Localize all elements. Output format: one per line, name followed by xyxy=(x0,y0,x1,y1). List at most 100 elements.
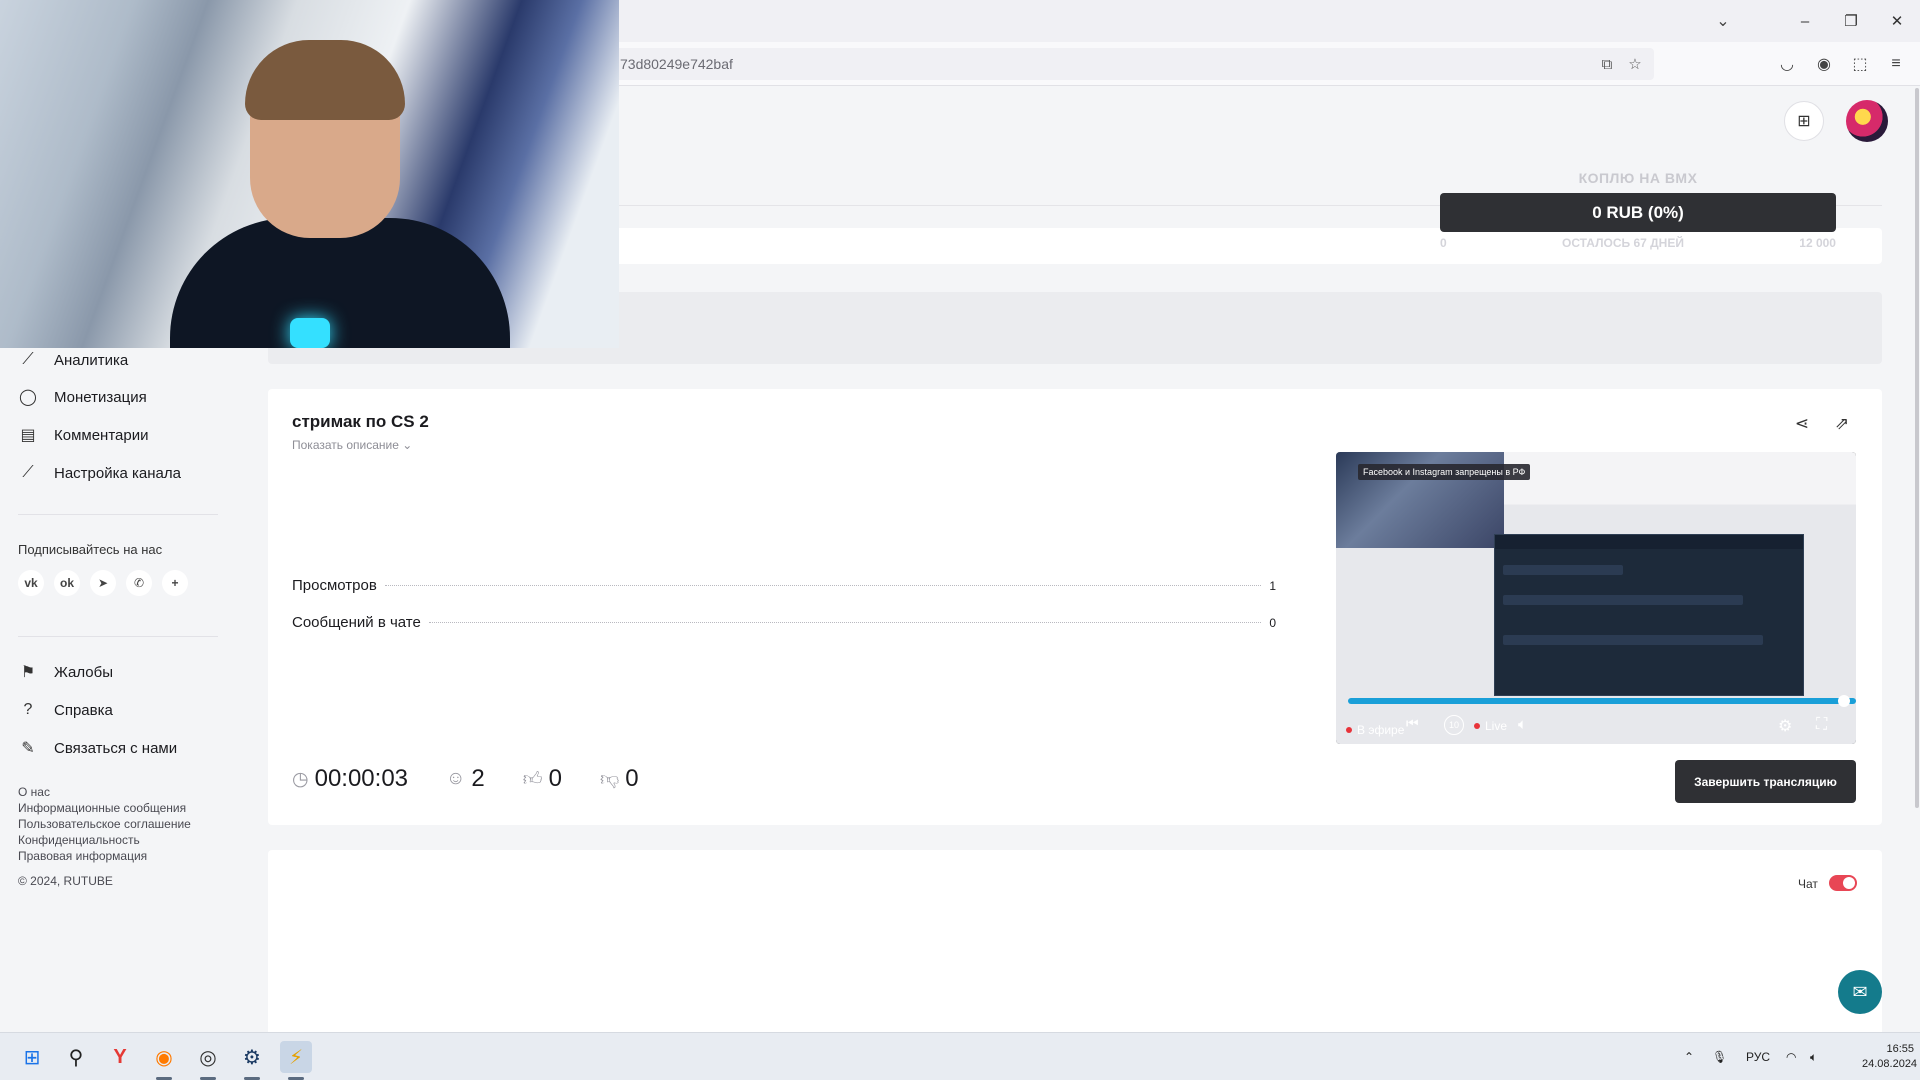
flag-icon: ⚑ xyxy=(20,664,36,681)
prev-icon[interactable]: ⏮ xyxy=(1406,715,1419,732)
wifi-icon[interactable]: ◠ xyxy=(1786,1033,1796,1080)
sidebar-item-analytics[interactable]: ⟋ Аналитика xyxy=(18,348,128,372)
translate-icon[interactable]: ⧉ xyxy=(1598,55,1616,73)
close-button[interactable]: ✕ xyxy=(1874,0,1920,42)
minimize-button[interactable]: – xyxy=(1782,0,1828,42)
donation-min: 0 xyxy=(1440,236,1447,250)
sidebar-item-help[interactable]: ? Справка xyxy=(18,698,113,722)
live-dot xyxy=(1474,723,1480,729)
webcam-light xyxy=(290,318,330,348)
wand-icon: ⟋ xyxy=(22,464,34,481)
menu-icon[interactable]: ≡ xyxy=(1884,52,1908,76)
user-avatar[interactable] xyxy=(1846,100,1888,142)
stat-value: 1 xyxy=(1269,579,1276,593)
clock-date: 24.08.2024 xyxy=(1862,1058,1918,1070)
sidebar-item-label: Жалобы xyxy=(54,663,113,681)
telegram-icon[interactable]: ➤ xyxy=(90,570,116,596)
obs-icon[interactable]: ◎ xyxy=(192,1041,224,1073)
show-description-label: Показать описание xyxy=(292,438,399,452)
taskbar: ⊞ ⚲ Y ◉ ◎ ⚙ ⚡ ⌃ 🎙︎ РУС ◠ 🔈︎ 16:55 24.08.… xyxy=(0,1032,1920,1080)
stream-preview-player[interactable]: Facebook и Instagram запрещены в РФ В эф… xyxy=(1336,452,1856,744)
external-link-icon[interactable]: ⇗ xyxy=(1830,412,1854,436)
ok-icon[interactable]: ok xyxy=(54,570,80,596)
language-indicator[interactable]: РУС xyxy=(1746,1033,1770,1080)
donation-goal-title: КОПЛЮ НА BMX xyxy=(1578,170,1698,186)
coin-icon: ◯ xyxy=(19,389,37,406)
sidebar-item-complaints[interactable]: ⚑ Жалобы xyxy=(18,660,113,684)
dislikes-value: 0 xyxy=(625,765,639,792)
stat-value: 0 xyxy=(1269,616,1276,630)
clock-icon: ◷ xyxy=(292,768,309,790)
viewers-value: 2 xyxy=(471,765,485,792)
viewers-icon: ☺ xyxy=(446,768,466,789)
pen-icon: ✎ xyxy=(21,740,35,757)
footer-link-about[interactable]: О нас xyxy=(18,784,191,800)
sidebar-item-label: Справка xyxy=(54,701,113,719)
account-icon[interactable]: ◉ xyxy=(1812,52,1836,76)
chat-toggle[interactable] xyxy=(1829,875,1857,891)
extensions-icon[interactable]: ⬚ xyxy=(1848,52,1872,76)
social-links: vk ok ➤ ✆ + xyxy=(18,570,188,596)
search-icon[interactable]: ⚲ xyxy=(60,1041,92,1073)
dotted-leader xyxy=(428,622,1262,623)
windows-start-icon[interactable]: ⊞ xyxy=(16,1041,48,1073)
cs2-icon[interactable]: ⚡ xyxy=(280,1041,312,1073)
player-progress-knob[interactable] xyxy=(1838,695,1850,707)
volume-icon[interactable]: 🔈︎ xyxy=(1518,716,1527,733)
comments-icon: ▤ xyxy=(20,427,36,444)
firefox-icon[interactable]: ◉ xyxy=(148,1041,180,1073)
sidebar-item-comments[interactable]: ▤ Комментарии xyxy=(18,423,148,447)
live-indicator[interactable]: Live xyxy=(1474,719,1507,733)
sidebar-divider xyxy=(18,636,218,637)
sidebar-item-monetization[interactable]: ◯ Монетизация xyxy=(18,385,147,409)
footer-link-privacy[interactable]: Конфиденциальность xyxy=(18,832,191,848)
rewind-10-icon[interactable]: 10 xyxy=(1444,715,1464,735)
player-progress-bar[interactable] xyxy=(1348,698,1856,704)
url-text[interactable]: 73d80249e742baf xyxy=(620,56,733,72)
bookmark-star-icon[interactable]: ☆ xyxy=(1626,55,1644,73)
footer-link-terms[interactable]: Пользовательское соглашение xyxy=(18,816,191,832)
sidebar-item-label: Аналитика xyxy=(54,351,129,369)
pocket-icon[interactable]: ◡ xyxy=(1775,52,1799,76)
viber-icon[interactable]: ✆ xyxy=(126,570,152,596)
sidebar-item-label: Монетизация xyxy=(54,388,147,406)
share-icon[interactable]: ⋖ xyxy=(1790,412,1814,436)
steam-icon[interactable]: ⚙ xyxy=(236,1041,268,1073)
webcam-person xyxy=(170,40,510,348)
stat-label: Сообщений в чате xyxy=(292,614,421,631)
vk-icon[interactable]: vk xyxy=(18,570,44,596)
show-description-toggle[interactable]: Показать описание ⌄ xyxy=(292,438,412,452)
stat-label: Просмотров xyxy=(292,577,377,594)
sidebar-item-contact[interactable]: ✎ Связаться с нами xyxy=(18,736,177,760)
yandex-browser-icon[interactable]: Y xyxy=(104,1041,136,1073)
page-scrollbar[interactable] xyxy=(1915,88,1919,808)
sidebar-divider xyxy=(18,514,218,515)
sidebar-item-channel-settings[interactable]: ⟋ Настройка канала xyxy=(18,461,181,485)
upload-button[interactable]: ⊞ xyxy=(1784,101,1824,141)
clock[interactable]: 16:55 24.08.2024 xyxy=(1862,1042,1918,1072)
restore-button[interactable]: ❐ xyxy=(1828,0,1874,42)
donation-max: 12 000 xyxy=(1799,236,1836,250)
more-socials-icon[interactable]: + xyxy=(162,570,188,596)
footer-link-legal[interactable]: Правовая информация xyxy=(18,848,191,864)
microphone-icon[interactable]: 🎙︎ xyxy=(1712,1033,1727,1080)
tray-overflow-icon[interactable]: ⌃ xyxy=(1684,1033,1694,1080)
player-banner: Facebook и Instagram запрещены в РФ xyxy=(1358,464,1531,480)
chat-messages-stat: Сообщений в чате 0 xyxy=(292,614,1276,631)
support-chat-button[interactable]: ✉ xyxy=(1838,970,1882,1014)
duration-counter: ◷ 00:00:03 xyxy=(292,765,408,793)
address-bar[interactable]: 73d80249e742baf ⧉ ☆ xyxy=(600,48,1654,80)
footer-link-info[interactable]: Информационные сообщения xyxy=(18,800,191,816)
settings-gear-icon[interactable]: ⚙ xyxy=(1778,716,1792,736)
webcam-overlay xyxy=(0,0,619,348)
player-dark-window xyxy=(1494,534,1804,696)
fullscreen-icon[interactable]: ⛶ xyxy=(1816,716,1827,734)
tab-list-icon[interactable]: ⌄ xyxy=(1710,8,1736,34)
donation-progress-bar: 0 RUB (0%) xyxy=(1440,193,1836,232)
live-label: Live xyxy=(1485,719,1508,733)
live-status-label: В эфире xyxy=(1357,723,1405,737)
chat-card: Чат xyxy=(268,850,1882,1032)
end-stream-button[interactable]: Завершить трансляцию xyxy=(1675,760,1856,803)
sidebar-item-label: Связаться с нами xyxy=(54,739,178,757)
volume-tray-icon[interactable]: 🔈︎ xyxy=(1810,1033,1817,1080)
